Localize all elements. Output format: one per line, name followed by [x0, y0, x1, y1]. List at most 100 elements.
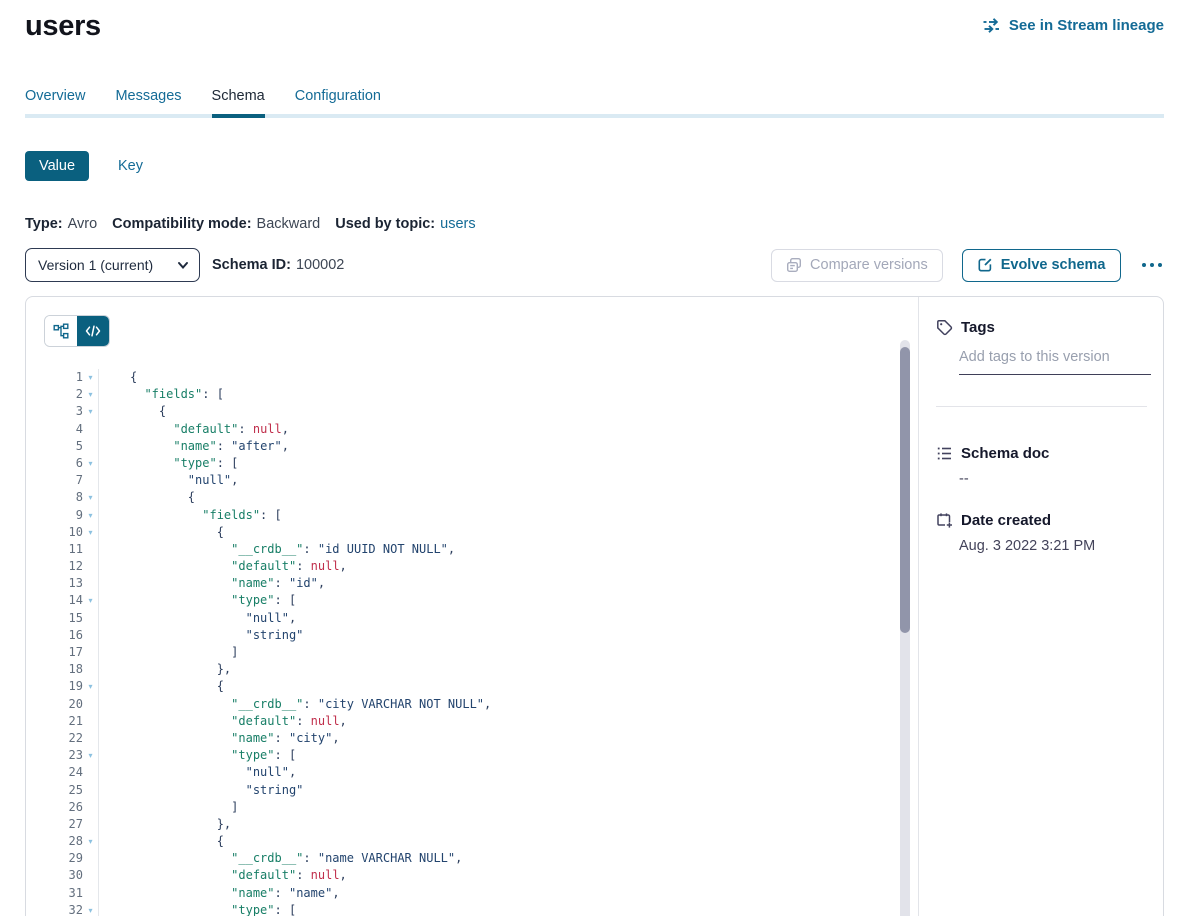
- code-text: "name": "after",: [99, 438, 289, 455]
- more-options-button[interactable]: [1140, 259, 1165, 272]
- fold-toggle-icon[interactable]: ▾: [83, 592, 99, 609]
- schema-doc-section: Schema doc --: [936, 445, 1147, 487]
- code-line: 22 "name": "city",: [26, 730, 898, 747]
- line-number: 14: [26, 592, 83, 609]
- code-text: {: [99, 489, 195, 506]
- scrollbar-thumb[interactable]: [900, 347, 910, 633]
- code-text: "name": "name",: [99, 885, 340, 902]
- line-number: 10: [26, 524, 83, 541]
- fold-spacer: [83, 730, 99, 747]
- line-number: 12: [26, 558, 83, 575]
- date-created-value: Aug. 3 2022 3:21 PM: [959, 538, 1147, 554]
- fold-spacer: [83, 850, 99, 867]
- compatibility-value: Backward: [257, 216, 321, 232]
- tag-icon: [936, 319, 953, 336]
- line-number: 20: [26, 696, 83, 713]
- fold-toggle-icon[interactable]: ▾: [83, 833, 99, 850]
- compatibility-label: Compatibility mode:: [112, 216, 251, 232]
- key-toggle-link[interactable]: Key: [118, 158, 143, 174]
- code-text: {: [99, 524, 224, 541]
- code-line: 24 "null",: [26, 764, 898, 781]
- tab-messages[interactable]: Messages: [115, 88, 181, 118]
- fold-spacer: [83, 541, 99, 558]
- tab-schema[interactable]: Schema: [212, 88, 265, 118]
- meta-type: Type: Avro: [25, 216, 97, 232]
- fold-spacer: [83, 661, 99, 678]
- topic-schema-page: users See in Stream lineage Overview Mess…: [0, 0, 1189, 916]
- tab-overview[interactable]: Overview: [25, 88, 85, 118]
- fold-spacer: [83, 575, 99, 592]
- line-number: 21: [26, 713, 83, 730]
- version-select[interactable]: Version 1 (current): [25, 248, 200, 282]
- fold-toggle-icon[interactable]: ▾: [83, 455, 99, 472]
- line-number: 4: [26, 421, 83, 438]
- schema-panel: 1▾{2▾ "fields": [3▾ {4 "default": null,5…: [25, 296, 1164, 916]
- fold-spacer: [83, 421, 99, 438]
- fold-toggle-icon[interactable]: ▾: [83, 386, 99, 403]
- line-number: 5: [26, 438, 83, 455]
- schema-id: Schema ID: 100002: [212, 257, 344, 273]
- meta-compatibility: Compatibility mode: Backward: [112, 216, 320, 232]
- code-line: 2▾ "fields": [: [26, 386, 898, 403]
- line-number: 28: [26, 833, 83, 850]
- fold-toggle-icon[interactable]: ▾: [83, 507, 99, 524]
- line-number: 9: [26, 507, 83, 524]
- code-line: 20 "__crdb__": "city VARCHAR NOT NULL",: [26, 696, 898, 713]
- schema-id-label: Schema ID:: [212, 257, 291, 273]
- code-line: 31 "name": "name",: [26, 885, 898, 902]
- code-text: "string": [99, 782, 303, 799]
- code-view-button[interactable]: [77, 316, 109, 346]
- code-line: 32▾ "type": [: [26, 902, 898, 916]
- fold-toggle-icon[interactable]: ▾: [83, 902, 99, 916]
- page-title: users: [25, 10, 101, 42]
- line-number: 6: [26, 455, 83, 472]
- code-line: 1▾{: [26, 369, 898, 386]
- code-text: "fields": [: [99, 386, 224, 403]
- fold-toggle-icon[interactable]: ▾: [83, 369, 99, 386]
- code-line: 19▾ {: [26, 678, 898, 695]
- fold-toggle-icon[interactable]: ▾: [83, 403, 99, 420]
- date-created-section: Date created Aug. 3 2022 3:21 PM: [936, 512, 1147, 554]
- code-line: 21 "default": null,: [26, 713, 898, 730]
- fold-toggle-icon[interactable]: ▾: [83, 747, 99, 764]
- lineage-label: See in Stream lineage: [1009, 17, 1164, 34]
- code-text: "__crdb__": "city VARCHAR NOT NULL",: [99, 696, 491, 713]
- code-text: },: [99, 661, 231, 678]
- schema-sidebar: Tags Schema doc --: [919, 297, 1163, 916]
- tree-view-button[interactable]: [45, 316, 77, 346]
- ellipsis-dot: [1158, 263, 1163, 268]
- fold-toggle-icon[interactable]: ▾: [83, 524, 99, 541]
- view-mode-toggle: [44, 315, 110, 347]
- fold-toggle-icon[interactable]: ▾: [83, 678, 99, 695]
- code-editor[interactable]: 1▾{2▾ "fields": [3▾ {4 "default": null,5…: [26, 369, 898, 916]
- see-in-stream-lineage-link[interactable]: See in Stream lineage: [982, 17, 1164, 34]
- fold-spacer: [83, 558, 99, 575]
- fold-spacer: [83, 799, 99, 816]
- fold-spacer: [83, 472, 99, 489]
- stream-lineage-icon: [982, 18, 1001, 33]
- code-line: 13 "name": "id",: [26, 575, 898, 592]
- used-by-topic-label: Used by topic:: [335, 216, 435, 232]
- code-text: "type": [: [99, 455, 238, 472]
- line-number: 26: [26, 799, 83, 816]
- add-tags-input[interactable]: [959, 349, 1151, 375]
- compare-versions-button[interactable]: Compare versions: [771, 249, 943, 282]
- evolve-schema-button[interactable]: Evolve schema: [962, 249, 1121, 282]
- type-value: Avro: [68, 216, 98, 232]
- fold-spacer: [83, 867, 99, 884]
- fold-toggle-icon[interactable]: ▾: [83, 489, 99, 506]
- line-number: 3: [26, 403, 83, 420]
- schema-doc-value: --: [959, 471, 1147, 487]
- code-line: 3▾ {: [26, 403, 898, 420]
- code-text: "string": [99, 627, 303, 644]
- ellipsis-dot: [1142, 263, 1147, 268]
- ellipsis-dot: [1150, 263, 1155, 268]
- scrollbar-track[interactable]: [900, 340, 910, 916]
- value-toggle-button[interactable]: Value: [25, 151, 89, 181]
- code-text: "null",: [99, 472, 238, 489]
- topic-link[interactable]: users: [440, 216, 475, 232]
- date-created-title: Date created: [961, 512, 1051, 529]
- code-text: "__crdb__": "name VARCHAR NULL",: [99, 850, 462, 867]
- code-text: "null",: [99, 764, 296, 781]
- tab-configuration[interactable]: Configuration: [295, 88, 381, 118]
